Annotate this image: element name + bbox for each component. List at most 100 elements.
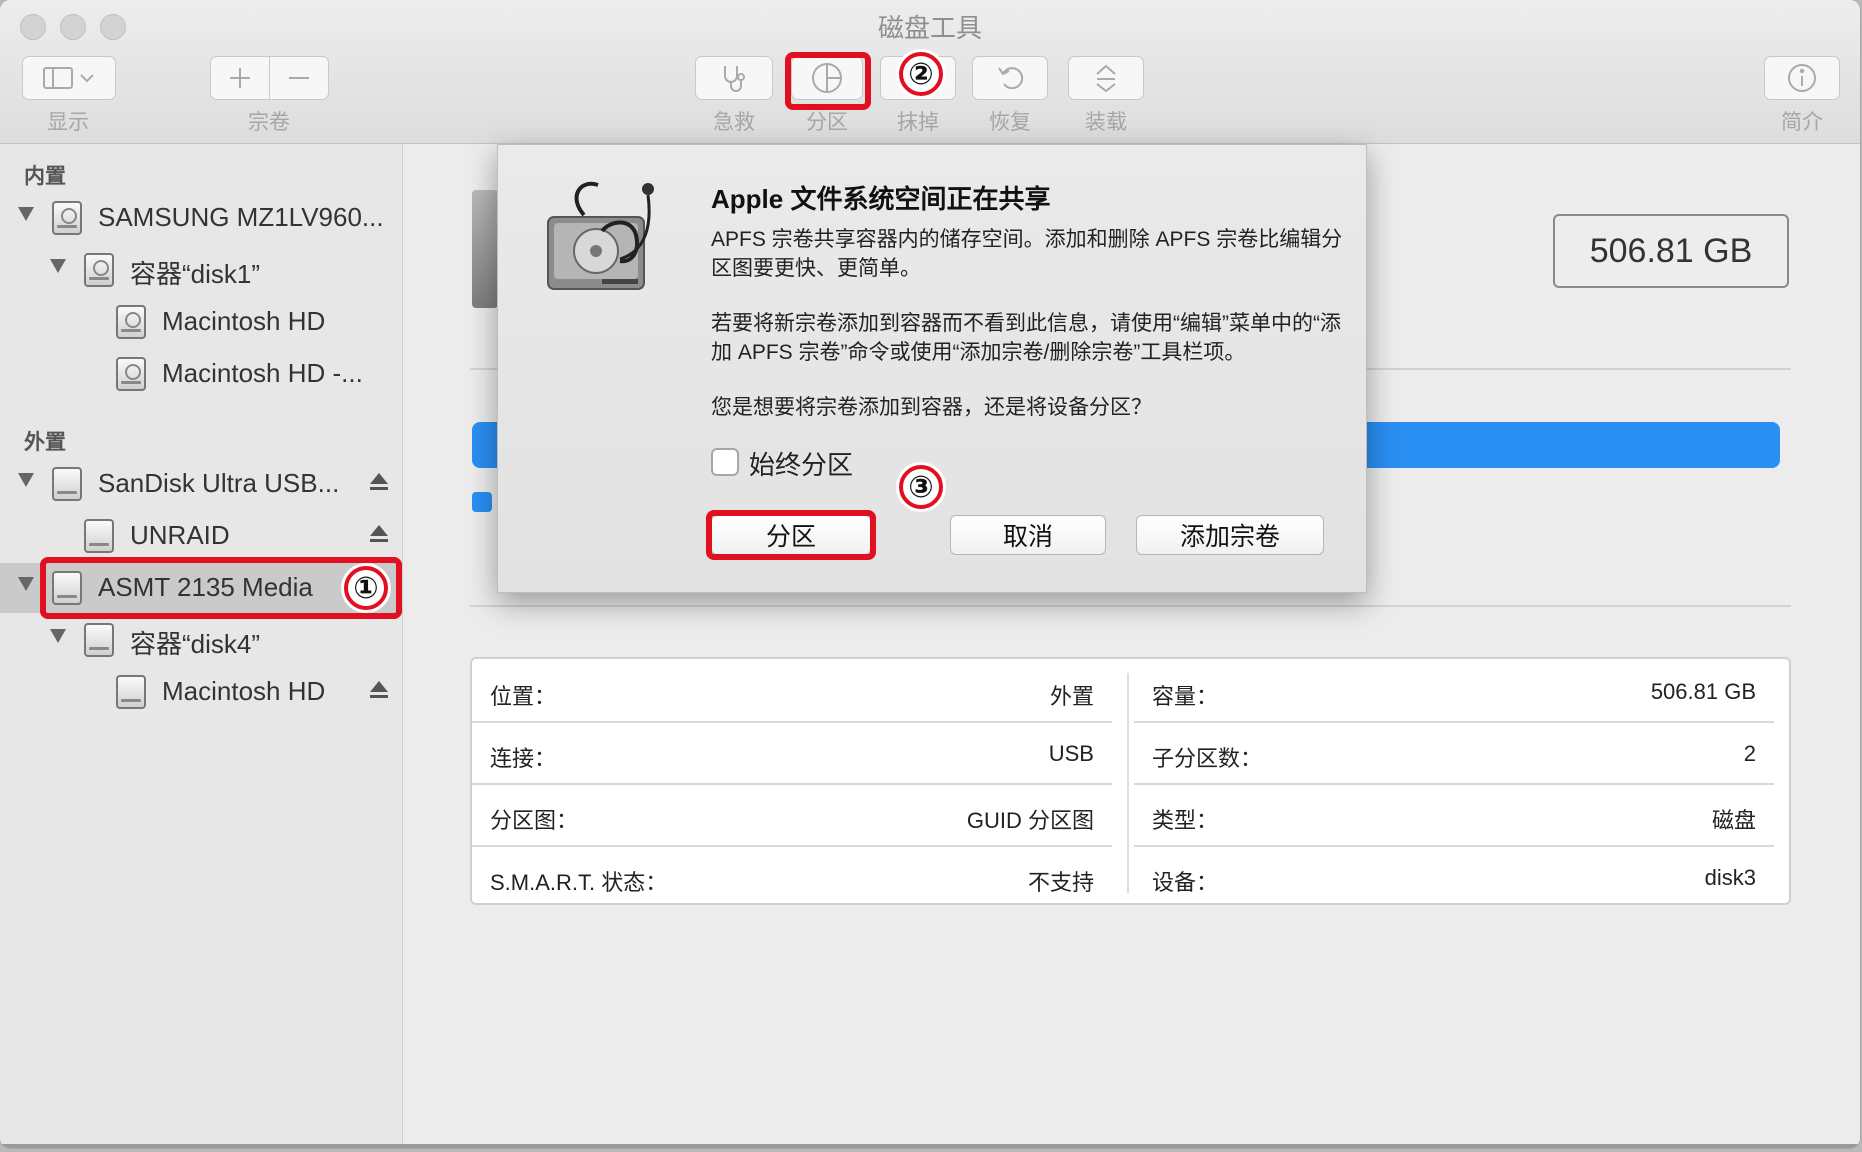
always-partition-label[interactable]: 始终分区 — [749, 445, 853, 482]
external-drive-icon — [52, 467, 82, 501]
dialog-paragraph-1: APFS 宗卷共享容器内的储存空间。添加和删除 APFS 宗卷比编辑分区图要更快… — [711, 228, 1343, 280]
view-button[interactable] — [22, 56, 116, 100]
info-icon — [1788, 64, 1816, 92]
info-row-capacity: 容量： 506.81 GB — [1134, 659, 1774, 723]
remove-volume-button[interactable] — [269, 56, 329, 100]
volume-label: 宗卷 — [248, 111, 290, 134]
disclosure-triangle-icon[interactable] — [18, 473, 34, 487]
info-value: 2 — [1743, 741, 1756, 766]
disclosure-triangle-icon[interactable] — [18, 207, 34, 221]
dialog-paragraph-3: 您是想要将宗卷添加到容器，还是将设备分区？ — [711, 396, 1152, 419]
erase-label: 抹掉 — [897, 111, 939, 134]
cancel-button[interactable]: 取消 — [950, 515, 1106, 555]
info-table-divider — [1127, 673, 1129, 893]
info-row-location: 位置： 外置 — [472, 659, 1112, 723]
partition-highlight-box — [785, 52, 871, 110]
info-key: 分区图： — [490, 808, 579, 833]
sidebar-item-container-disk1[interactable]: 容器“disk1” — [0, 245, 402, 295]
eject-icon[interactable] — [370, 681, 388, 701]
internal-drive-icon — [52, 201, 82, 235]
external-drive-icon — [84, 519, 114, 553]
info-value: USB — [1048, 741, 1094, 766]
sidebar-item-label: Macintosh HD -... — [162, 358, 363, 388]
sidebar-item-sandisk[interactable]: SanDisk Ultra USB... — [0, 459, 402, 509]
disclosure-triangle-icon[interactable] — [18, 577, 34, 591]
internal-section-header: 内置 — [24, 165, 66, 188]
view-label: 显示 — [47, 111, 89, 134]
info-key: 子分区数： — [1152, 746, 1263, 771]
external-drive-icon — [84, 623, 114, 657]
dialog-paragraph-2: 若要将新宗卷添加到容器而不看到此信息，请使用“编辑”菜单中的“添加 APFS 宗… — [711, 312, 1341, 364]
stethoscope-icon — [724, 66, 745, 92]
sidebar-item-label: UNRAID — [130, 520, 230, 550]
info-row-type: 类型： 磁盘 — [1134, 783, 1774, 847]
info-key: S.M.A.R.T. 状态： — [490, 870, 668, 895]
info-value: 外置 — [1049, 684, 1094, 709]
sidebar-item-container-disk4[interactable]: 容器“disk4” — [0, 615, 402, 665]
sidebar-item-label: 容器“disk1” — [130, 259, 261, 289]
external-drive-icon — [116, 675, 146, 709]
sidebar-item-macintosh-hd-external[interactable]: Macintosh HD — [0, 667, 402, 717]
sidebar-item-samsung-disk[interactable]: SAMSUNG MZ1LV960... — [0, 193, 402, 243]
info-row-smart-status: S.M.A.R.T. 状态： 不支持 — [472, 845, 1112, 907]
info-label: 简介 — [1781, 111, 1823, 134]
window-title: 磁盘工具 — [877, 13, 982, 43]
step-2-marker: ② — [899, 52, 943, 96]
info-value: GUID 分区图 — [966, 808, 1094, 833]
eject-icon[interactable] — [370, 525, 388, 545]
info-value: 不支持 — [1027, 870, 1094, 895]
info-button[interactable] — [1764, 56, 1840, 100]
internal-drive-icon — [116, 357, 146, 391]
sidebar: 内置 SAMSUNG MZ1LV960... 容器“disk1” Macinto… — [0, 144, 403, 1148]
first-aid-label: 急救 — [713, 111, 755, 134]
first-aid-button[interactable] — [695, 56, 773, 100]
info-value: 506.81 GB — [1650, 679, 1756, 704]
info-value: disk3 — [1704, 865, 1756, 890]
external-section-header: 外置 — [24, 431, 66, 454]
disk-utility-window: 磁盘工具 显示 宗卷 急救 分区 抹掉 恢复 装载 简介 ② 内置 SAMSUN… — [0, 0, 1860, 1148]
mount-label: 装载 — [1085, 111, 1127, 134]
sidebar-toggle-icon — [43, 67, 73, 89]
add-volume-button[interactable] — [210, 56, 270, 100]
sidebar-item-unraid[interactable]: UNRAID — [0, 511, 402, 561]
divider — [470, 605, 1791, 607]
disclosure-triangle-icon[interactable] — [50, 629, 66, 643]
usage-legend-swatch — [472, 492, 492, 512]
eject-icon[interactable] — [370, 473, 388, 493]
restore-label: 恢复 — [989, 111, 1031, 134]
disclosure-triangle-icon[interactable] — [50, 259, 66, 273]
sidebar-item-label: SanDisk Ultra USB... — [98, 468, 340, 498]
mount-button[interactable] — [1068, 56, 1144, 100]
sidebar-item-macintosh-hd-data[interactable]: Macintosh HD -... — [0, 349, 402, 399]
info-table: 位置： 外置 连接： USB 分区图： GUID 分区图 S.M.A.R.T. … — [470, 657, 1791, 905]
info-row-connection: 连接： USB — [472, 721, 1112, 785]
mount-icon — [1096, 64, 1116, 93]
main-disk-icon — [472, 190, 498, 308]
info-row-child-count: 子分区数： 2 — [1134, 721, 1774, 785]
add-volume-confirm-button[interactable]: 添加宗卷 — [1136, 515, 1324, 555]
info-key: 容量： — [1152, 684, 1219, 709]
minus-icon — [289, 77, 309, 79]
sidebar-item-label: SAMSUNG MZ1LV960... — [98, 202, 384, 232]
partition-confirm-highlight-box — [706, 510, 876, 560]
step-3-marker: ③ — [899, 465, 943, 509]
apfs-sharing-dialog: Apple 文件系统空间正在共享 APFS 宗卷共享容器内的储存空间。添加和删除… — [497, 144, 1367, 593]
info-key: 类型： — [1152, 808, 1219, 833]
chevron-down-icon — [80, 74, 94, 83]
sidebar-item-label: Macintosh HD — [162, 676, 326, 706]
restore-button[interactable] — [972, 56, 1048, 100]
toolbar: 磁盘工具 显示 宗卷 急救 分区 抹掉 恢复 装载 简介 ② — [0, 0, 1860, 144]
step-1-marker: ① — [344, 566, 388, 610]
info-key: 位置： — [490, 684, 557, 709]
sidebar-item-label: Macintosh HD — [162, 306, 326, 336]
sidebar-item-macintosh-hd[interactable]: Macintosh HD — [0, 297, 402, 347]
restore-arrow-icon — [998, 67, 1024, 90]
info-row-device: 设备： disk3 — [1134, 845, 1774, 907]
disk-utility-stethoscope-icon — [547, 181, 654, 290]
info-key: 设备： — [1152, 870, 1219, 895]
sidebar-item-label: 容器“disk4” — [130, 629, 261, 659]
window-bottom-edge — [0, 1144, 1860, 1148]
info-row-partition-map: 分区图： GUID 分区图 — [472, 783, 1112, 847]
always-partition-checkbox[interactable] — [711, 448, 739, 476]
internal-drive-icon — [84, 253, 114, 287]
